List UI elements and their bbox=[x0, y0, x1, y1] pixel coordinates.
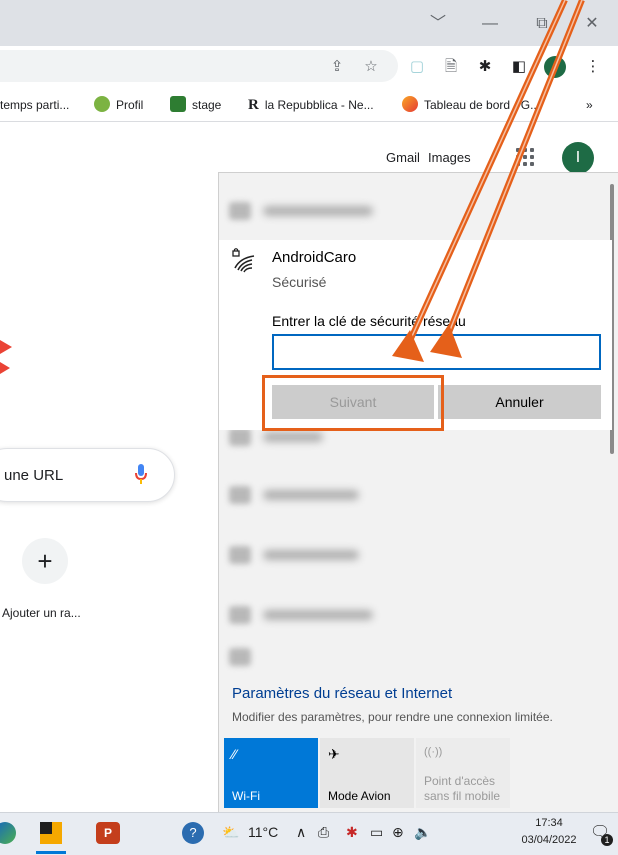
bookmark-item[interactable]: stage bbox=[170, 96, 221, 114]
meet-now-icon[interactable]: ⎙ bbox=[318, 824, 329, 841]
network-security-status: Sécurisé bbox=[272, 274, 327, 290]
show-hidden-icons-chevron[interactable]: ∧ bbox=[296, 824, 306, 841]
network-list-item[interactable] bbox=[219, 646, 611, 670]
bookmark-label: Tableau de bord - G... bbox=[424, 98, 541, 112]
restore-button[interactable]: ⧉ bbox=[528, 10, 556, 38]
bookmark-item[interactable]: temps parti... bbox=[0, 96, 69, 114]
link-icon bbox=[402, 96, 418, 112]
cancel-button[interactable]: Annuler bbox=[438, 385, 601, 419]
active-app-indicator bbox=[36, 851, 66, 854]
tile-label: Point d'accès sans fil mobile bbox=[424, 774, 501, 803]
network-globe-icon[interactable]: ⊕ bbox=[392, 824, 404, 841]
share-icon[interactable]: ⇪ bbox=[326, 56, 348, 78]
google-apps-icon[interactable] bbox=[516, 148, 536, 168]
weather-temperature[interactable]: 11°C bbox=[248, 824, 278, 840]
clock-date[interactable]: 03/04/2022 bbox=[516, 834, 582, 846]
clock-time[interactable]: 17:34 bbox=[516, 817, 582, 829]
puzzle-extensions-icon[interactable]: ✱ bbox=[474, 56, 496, 78]
bookmarks-overflow-button[interactable]: » bbox=[586, 96, 593, 114]
bookmark-label: Profil bbox=[116, 98, 144, 112]
tile-label: Wi-Fi bbox=[232, 789, 260, 803]
battery-icon[interactable]: ▭ bbox=[370, 824, 383, 841]
network-list-item[interactable] bbox=[219, 192, 611, 230]
help-icon[interactable]: ? bbox=[182, 822, 204, 844]
chrome-menu-icon[interactable]: ⋮ bbox=[582, 56, 604, 78]
document-extension-icon[interactable]: 🗎 bbox=[440, 56, 462, 78]
network-list-item[interactable] bbox=[219, 476, 611, 514]
wifi-icon bbox=[229, 428, 251, 446]
add-shortcut-button[interactable]: + bbox=[22, 538, 68, 584]
sheets-icon bbox=[170, 96, 186, 112]
notification-count-badge: 1 bbox=[601, 834, 613, 846]
bookmark-label: stage bbox=[192, 98, 222, 112]
wifi-icon bbox=[229, 202, 251, 220]
owl-icon bbox=[94, 96, 110, 112]
network-name: AndroidCaro bbox=[272, 249, 357, 266]
network-settings-link[interactable]: Paramètres du réseau et Internet bbox=[232, 685, 452, 702]
annotation-highlight-box bbox=[262, 375, 444, 431]
sticky-notes-taskbar-icon[interactable] bbox=[40, 822, 62, 844]
airplane-icon: ✈ bbox=[328, 746, 340, 762]
secured-wifi-icon bbox=[232, 248, 255, 273]
add-shortcut-label: Ajouter un ra... bbox=[2, 606, 81, 620]
volume-icon[interactable]: 🔈 bbox=[414, 824, 431, 841]
network-list-item[interactable] bbox=[219, 536, 611, 574]
profile-avatar[interactable] bbox=[544, 56, 566, 78]
repubblica-icon: R bbox=[248, 97, 259, 113]
side-panel-icon[interactable]: ◧ bbox=[508, 56, 530, 78]
airplane-mode-tile[interactable]: ✈ Mode Avion bbox=[320, 738, 414, 808]
network-settings-subtitle: Modifier des paramètres, pour rendre une… bbox=[232, 710, 553, 724]
wifi-toggle-tile[interactable]: ⁄⁄ Wi-Fi bbox=[224, 738, 318, 808]
weather-icon[interactable]: ⛅ bbox=[222, 824, 239, 841]
google-account-avatar[interactable]: I bbox=[562, 142, 594, 174]
network-list-item[interactable] bbox=[219, 596, 611, 634]
extension-icon[interactable]: ▢ bbox=[406, 56, 428, 78]
tab-search-dropdown-icon[interactable]: ﹀ bbox=[424, 10, 452, 38]
powerpoint-taskbar-icon[interactable]: P bbox=[96, 822, 120, 844]
mobile-hotspot-tile[interactable]: ((·)) Point d'accès sans fil mobile bbox=[416, 738, 510, 808]
bookmark-item[interactable]: Tableau de bord - G... bbox=[402, 96, 540, 114]
app-tray-icon[interactable]: ✱ bbox=[346, 824, 358, 841]
bookmark-star-icon[interactable]: ☆ bbox=[360, 56, 382, 78]
security-key-label: Entrer la clé de sécurité réseau bbox=[272, 313, 466, 329]
bookmark-item[interactable]: Rla Repubblica - Ne... bbox=[248, 96, 374, 114]
hotspot-icon: ((·)) bbox=[424, 746, 443, 758]
microphone-icon[interactable] bbox=[134, 462, 148, 486]
wifi-icon bbox=[229, 486, 251, 504]
bookmark-label: la Repubblica - Ne... bbox=[264, 98, 374, 112]
wifi-icon bbox=[229, 648, 251, 666]
wifi-icon: ⁄⁄ bbox=[232, 746, 237, 762]
wifi-icon bbox=[229, 606, 251, 624]
browser-title-bar bbox=[0, 0, 618, 46]
wifi-icon bbox=[229, 546, 251, 564]
tile-label: Mode Avion bbox=[328, 789, 391, 803]
bookmark-item[interactable]: Profil bbox=[94, 96, 143, 114]
security-key-input[interactable] bbox=[272, 334, 601, 370]
gmail-link[interactable]: Gmail bbox=[386, 150, 420, 165]
close-button[interactable]: ✕ bbox=[578, 10, 606, 38]
minimize-button[interactable]: — bbox=[476, 10, 504, 38]
search-placeholder: une URL bbox=[4, 467, 64, 484]
images-link[interactable]: Images bbox=[428, 150, 471, 165]
bookmark-label: temps parti... bbox=[0, 98, 70, 112]
